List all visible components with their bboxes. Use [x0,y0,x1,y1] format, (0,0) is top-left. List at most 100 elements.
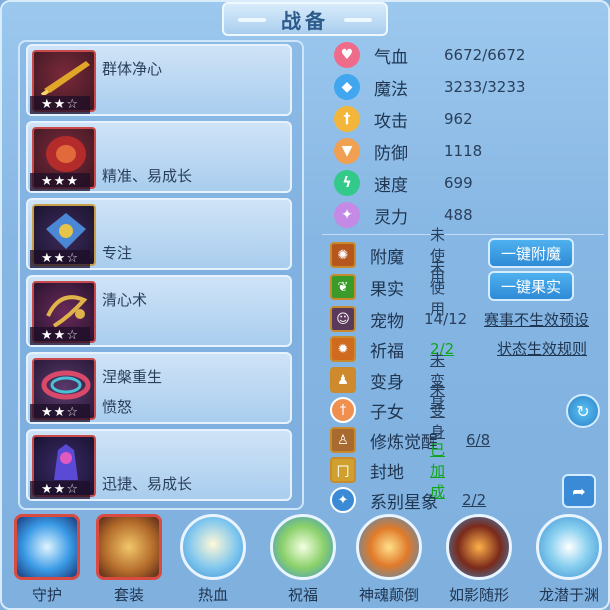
feature-label: 变身 [370,372,404,393]
shadow-icon [446,514,512,580]
skill-shadow[interactable]: 如影随形 [444,514,514,606]
skill-soul[interactable]: 神魂颠倒 [354,514,424,606]
dragon-icon [536,514,602,580]
equipment-slot-1[interactable]: ★★☆ 群体净心 [26,44,292,116]
stat-value: 1118 [444,142,483,160]
equipment-slot-6[interactable]: ★★☆ 迅捷、易成长 [26,429,292,501]
feature-transform: ♟ 变身 未变身 [330,351,445,411]
one-click-enchant-button[interactable]: 一键附魔 [488,238,574,268]
pet-icon[interactable]: ☺ [330,306,356,332]
skill-bless[interactable]: 祝福 [268,514,338,606]
skill-guard[interactable]: 守护 [12,514,82,606]
stat-label: 攻击 [374,111,408,132]
skill-label: 守护 [31,586,62,604]
stat-attack: † 攻击 962 [334,105,473,133]
child-icon: † [330,397,356,423]
equipment-skill: 专注 [102,244,133,262]
star-rating: ★★☆ [30,481,90,499]
equipment-slot-4[interactable]: ★★☆ 清心术 [26,275,292,347]
heart-icon: ♥ [334,42,360,68]
stat-value: 699 [444,174,473,192]
feature-enchant: ✺ 附魔 未使用 [330,226,445,286]
stat-label: 防御 [374,143,408,164]
status-rules-link[interactable]: 状态生效规则 [497,338,587,359]
suit-icon [96,514,162,580]
stat-speed: ϟ 速度 699 [334,169,473,197]
feature-label: 修炼觉醒 [370,432,438,453]
stat-defense: ▼ 防御 1118 [334,137,482,165]
star-rating: ★★☆ [30,404,90,422]
feature-child: † 子女 未变身 [330,381,445,441]
feature-value: 14/12 [424,310,468,328]
stat-label: 气血 [374,47,408,68]
equipment-slot-2[interactable]: ★★★ 精准、易成长 [26,121,292,193]
stat-hp: ♥ 气血 6672/6672 [334,41,525,69]
stat-value: 6672/6672 [444,46,526,64]
hotblood-icon [180,514,246,580]
feature-value[interactable]: 6/8 [466,431,490,449]
feature-cultivate: ♙ 修炼觉醒 6/8 [330,426,490,454]
enchant-icon: ✺ [330,242,356,268]
stat-value: 488 [444,206,473,224]
skill-label: 神魂颠倒 [358,586,419,604]
stat-label: 魔法 [374,79,408,100]
feature-label: 果实 [370,279,404,300]
sword-icon: † [334,106,360,132]
one-click-fruit-button[interactable]: 一键果实 [488,271,574,301]
pray-icon: ✹ [330,336,356,362]
share-icon[interactable]: ➦ [562,474,596,508]
stat-mp: ◆ 魔法 3233/3233 [334,73,525,101]
skill-dragon[interactable]: 龙潜于渊 [534,514,604,606]
feature-label: 宠物 [370,311,404,332]
skill-bar: 守护 套装 热血 祝福 神魂颠倒 如影随形 龙潜于渊 [0,508,610,610]
lightning-icon: ϟ [334,170,360,196]
feature-fief: 冂 封地 已加成 [330,441,445,501]
title-ornament-right [344,18,372,22]
bless-icon [270,514,336,580]
stat-value: 962 [444,110,473,128]
equipment-slot-5[interactable]: ★★☆ 涅槃重生 愤怒 [26,352,292,424]
fief-icon: 冂 [330,457,356,483]
feature-pray: ✹ 祈福 2/2 [330,335,454,363]
fruit-icon: ❦ [330,274,356,300]
feature-label: 附魔 [370,247,404,268]
equipment-skill: 迅捷、易成长 [102,475,193,493]
skill-label: 热血 [197,586,228,604]
feature-pet: ☺ 宠物 14/12 [330,305,467,333]
panel-title-tab: 战备 [222,2,388,36]
stat-value: 3233/3233 [444,78,526,96]
skill-label: 龙潜于渊 [538,586,599,604]
skill-label: 祝福 [287,586,318,604]
panel-title: 战备 [281,8,329,33]
title-ornament-left [238,18,266,22]
transform-icon: ♟ [330,367,356,393]
preset-link[interactable]: 赛事不生效预设 [484,309,589,330]
feature-label: 封地 [370,462,404,483]
star-rating: ★★★ [30,173,90,191]
stat-spirit: ✦ 灵力 488 [334,201,473,229]
equipment-slot-3[interactable]: ★★☆ 专注 [26,198,292,270]
skill-label: 如影随形 [448,586,509,604]
feature-label: 祈福 [370,341,404,362]
skill-suit[interactable]: 套装 [94,514,164,606]
equipment-skill: 涅槃重生 [102,368,163,386]
divider [322,234,604,235]
equipment-skill: 清心术 [102,291,148,309]
equipment-skill: 精准、易成长 [102,167,193,185]
skill-label: 套装 [113,586,144,604]
spirit-icon: ✦ [334,202,360,228]
stat-label: 速度 [374,175,408,196]
refresh-icon[interactable]: ↻ [566,394,600,428]
star-rating: ★★☆ [30,250,90,268]
equipment-skill: 群体净心 [102,60,163,78]
cultivate-icon: ♙ [330,427,356,453]
feature-label: 子女 [370,402,404,423]
feature-value[interactable]: 2/2 [462,491,486,509]
mana-icon: ◆ [334,74,360,100]
star-rating: ★★☆ [30,96,90,114]
star-rating: ★★☆ [30,327,90,345]
guard-icon [14,514,80,580]
shield-icon: ▼ [334,138,360,164]
equipment-skill-secondary: 愤怒 [102,398,133,416]
skill-hotblood[interactable]: 热血 [178,514,248,606]
